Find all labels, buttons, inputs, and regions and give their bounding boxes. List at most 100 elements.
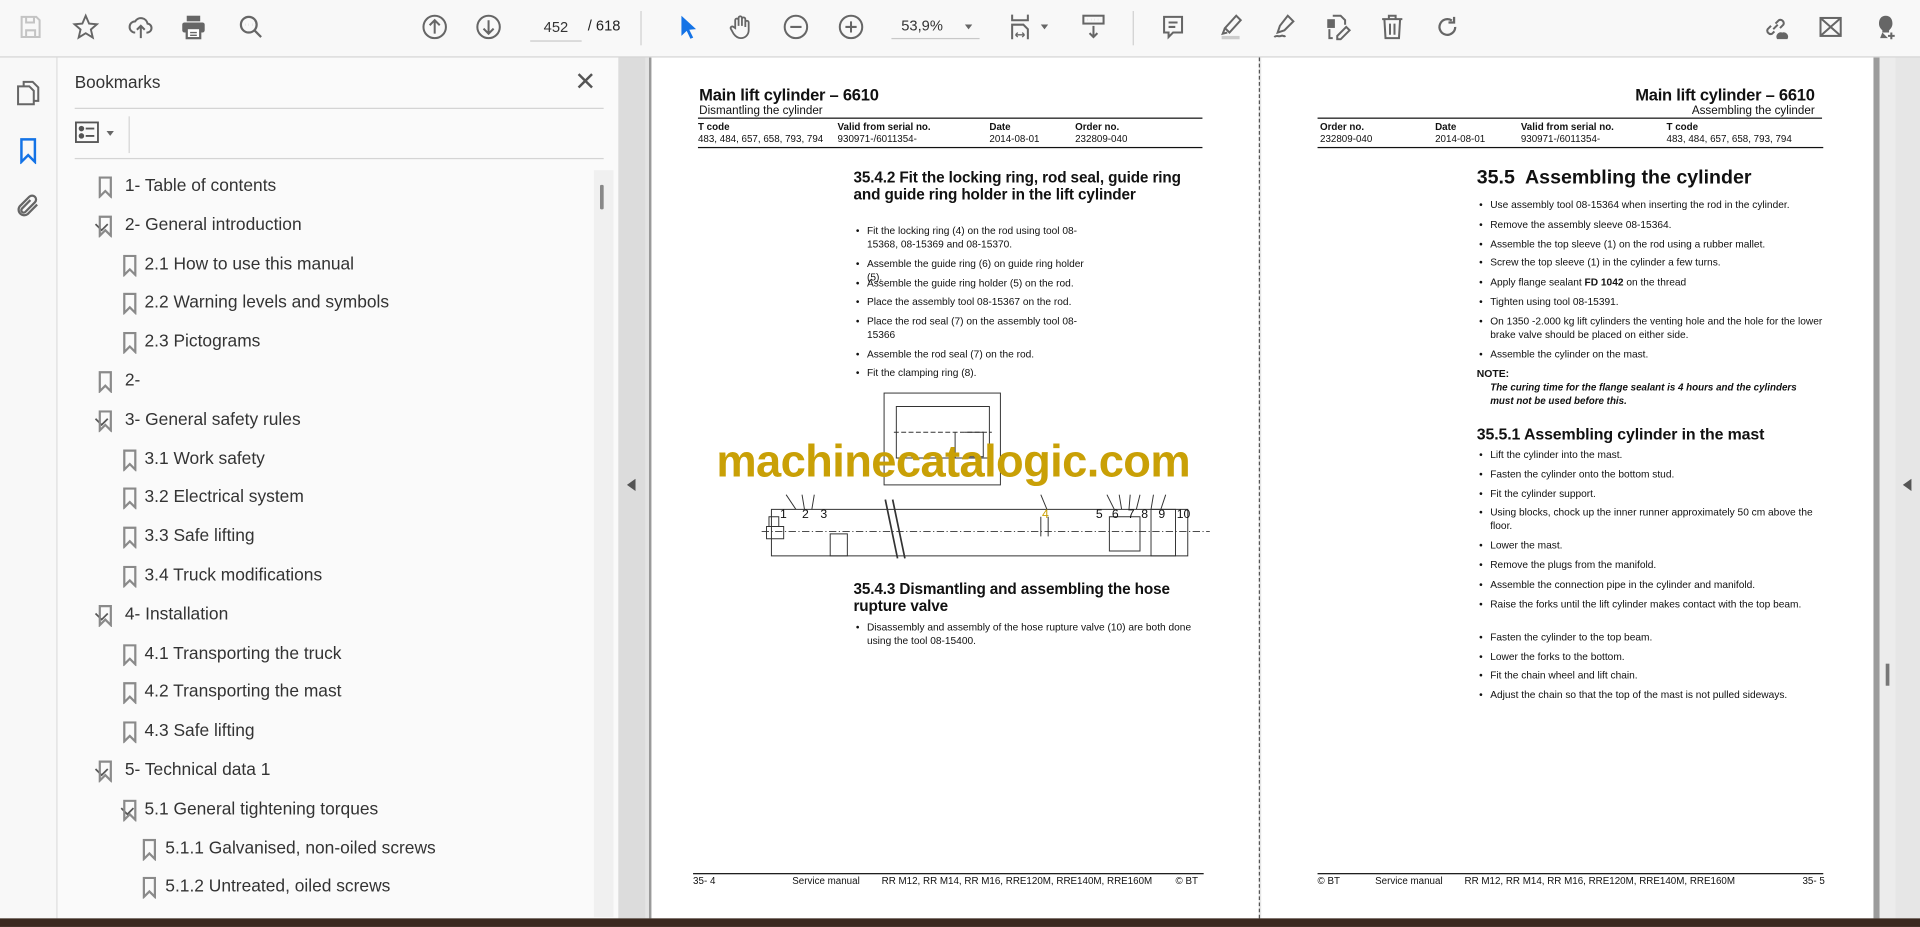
- bullet-item: Remove the assembly sleeve 08-15364.: [1479, 218, 1827, 231]
- page-thumbnails-button[interactable]: [12, 77, 44, 109]
- callout-number: 2: [802, 508, 809, 522]
- fit-options-chevron-icon[interactable]: [1040, 24, 1049, 30]
- email-button[interactable]: [1815, 11, 1847, 43]
- save-button[interactable]: [15, 11, 47, 43]
- keyboard-scroll-icon: [1082, 14, 1105, 39]
- collapse-right-pane-button[interactable]: [1895, 57, 1920, 919]
- bullet-item: Adjust the chain so that the top of the …: [1479, 688, 1827, 701]
- bullet-item: Fasten the cylinder onto the bottom stud…: [1479, 468, 1827, 481]
- section-heading: 35.4.2 Fit the locking ring, rod seal, g…: [853, 168, 1181, 204]
- page-number-input[interactable]: [530, 13, 582, 42]
- footer-copyright: © BT: [1175, 875, 1198, 887]
- bookmark-item[interactable]: 4.1 Transporting the truck: [58, 636, 592, 673]
- bullet-item: Assemble the connection pipe in the cyli…: [1479, 578, 1827, 591]
- section-heading: 35.5 Assembling the cylinder: [1476, 167, 1752, 189]
- rotate-button[interactable]: [1431, 11, 1463, 43]
- bookmark-icon: [123, 487, 137, 510]
- bookmark-star-button[interactable]: [70, 11, 102, 43]
- list-options-icon: [75, 121, 99, 143]
- zoom-in-button[interactable]: [835, 11, 867, 43]
- panel-divider: [74, 107, 604, 109]
- bookmark-icon: [98, 371, 112, 394]
- select-tool-button[interactable]: [672, 11, 704, 43]
- footer-doc-type: Service manual: [792, 875, 860, 887]
- attachments-button[interactable]: [12, 190, 44, 222]
- bookmark-item[interactable]: 3.2 Electrical system: [58, 480, 592, 517]
- bookmark-item[interactable]: 2- General introduction: [58, 208, 592, 245]
- callout-number: 9: [1158, 508, 1166, 522]
- share-link-button[interactable]: [1760, 11, 1792, 43]
- bullet-item: Fit the chain wheel and lift chain.: [1479, 669, 1827, 682]
- pdf-viewer-window: / 618 53,9%: [0, 0, 1920, 927]
- bookmark-item[interactable]: 2.2 Warning levels and symbols: [58, 286, 592, 323]
- bookmark-item[interactable]: 3.1 Work safety: [58, 442, 592, 479]
- previous-page-button[interactable]: [419, 11, 451, 43]
- header-value: 930971-/6011354-: [837, 133, 917, 145]
- chevron-down-icon: [964, 24, 973, 30]
- bookmark-icon: [98, 215, 112, 238]
- panel-divider: [74, 157, 604, 160]
- bookmarks-scrollbar[interactable]: [593, 170, 614, 918]
- bookmark-item[interactable]: 3- General safety rules: [58, 403, 592, 440]
- bullet-item: Lower the forks to the bottom.: [1479, 650, 1827, 663]
- bookmark-item[interactable]: 5.1.2 Untreated, oiled screws: [58, 870, 592, 907]
- collapse-left-pane-button[interactable]: [618, 57, 646, 919]
- search-icon: [239, 15, 262, 38]
- header-rule: [1317, 117, 1823, 119]
- upload-cloud-button[interactable]: [125, 11, 157, 43]
- close-panel-button[interactable]: [572, 67, 599, 94]
- toolbar-divider: [1132, 11, 1134, 46]
- highlight-button[interactable]: [1215, 11, 1247, 43]
- comment-button[interactable]: [1157, 11, 1189, 43]
- print-button[interactable]: [178, 11, 210, 43]
- scrollbar-thumb[interactable]: [600, 184, 604, 210]
- sign-button[interactable]: [1267, 11, 1299, 43]
- bookmark-label: 4- Installation: [124, 604, 229, 625]
- triangle-left-icon: [1902, 478, 1912, 492]
- bookmark-item[interactable]: 1- Table of contents: [58, 169, 592, 206]
- scrollbar-thumb[interactable]: [1885, 663, 1890, 686]
- bookmark-label: 5.1.1 Galvanised, non-oiled screws: [165, 838, 436, 858]
- header-value: 483, 484, 657, 658, 793, 794: [1666, 133, 1792, 145]
- header-label: Valid from serial no.: [1520, 121, 1614, 133]
- zoom-out-button[interactable]: [780, 11, 812, 43]
- bookmark-item[interactable]: 5.1 General tightening torques: [58, 792, 592, 829]
- footer-models: RR M12, RR M14, RR M16, RRE120M, RRE140M…: [881, 875, 1153, 887]
- delete-button[interactable]: [1376, 11, 1408, 43]
- bullet-item: Use assembly tool 08-15364 when insertin…: [1479, 198, 1827, 211]
- bullet-item: Remove the plugs from the manifold.: [1479, 559, 1827, 572]
- bookmark-icon: [123, 565, 137, 588]
- note-text: The curing time for the flange sealant i…: [1490, 382, 1797, 407]
- document-scrollbar[interactable]: [1879, 57, 1896, 919]
- find-button[interactable]: [235, 11, 267, 43]
- bookmark-item[interactable]: 2-: [58, 364, 592, 401]
- bookmark-item[interactable]: 5- Technical data 1: [58, 753, 592, 790]
- bookmark-icon: [123, 643, 137, 666]
- envelope-icon: [1819, 16, 1842, 37]
- cloud-upload-icon: [128, 17, 153, 39]
- bookmark-item[interactable]: 3.3 Safe lifting: [58, 519, 592, 556]
- bookmark-label: 2- General introduction: [124, 215, 302, 235]
- bookmark-label: 3.3 Safe lifting: [144, 526, 255, 547]
- toolbar-divider: [640, 11, 642, 46]
- next-page-button[interactable]: [473, 11, 505, 43]
- bookmark-item[interactable]: 4.3 Safe lifting: [58, 714, 592, 751]
- edit-pdf-button[interactable]: [1322, 11, 1354, 43]
- toolbar-divider: [128, 116, 130, 154]
- hand-tool-button[interactable]: [725, 11, 757, 43]
- bookmark-item[interactable]: 2.1 How to use this manual: [58, 247, 592, 284]
- fit-page-button[interactable]: [1004, 11, 1036, 43]
- bookmark-item[interactable]: 4- Installation: [58, 597, 592, 634]
- bookmark-item[interactable]: 2.3 Pictograms: [58, 325, 592, 362]
- bookmarks-button[interactable]: [12, 135, 44, 167]
- bookmark-item[interactable]: 3.4 Truck modifications: [58, 558, 592, 595]
- add-user-button[interactable]: [1870, 11, 1902, 43]
- scroll-mode-button[interactable]: [1078, 11, 1110, 43]
- bookmark-item[interactable]: 5.1.1 Galvanised, non-oiled screws: [58, 831, 592, 868]
- zoom-level-dropdown[interactable]: 53,9%: [891, 13, 980, 40]
- header-label: T code: [697, 121, 730, 133]
- bullet-item: Place the assembly tool 08-15367 on the …: [856, 295, 1087, 308]
- bookmark-item[interactable]: 4.2 Transporting the mast: [58, 675, 592, 712]
- bookmark-options-button[interactable]: [75, 121, 124, 145]
- bullet-item: Lower the mast.: [1479, 539, 1827, 552]
